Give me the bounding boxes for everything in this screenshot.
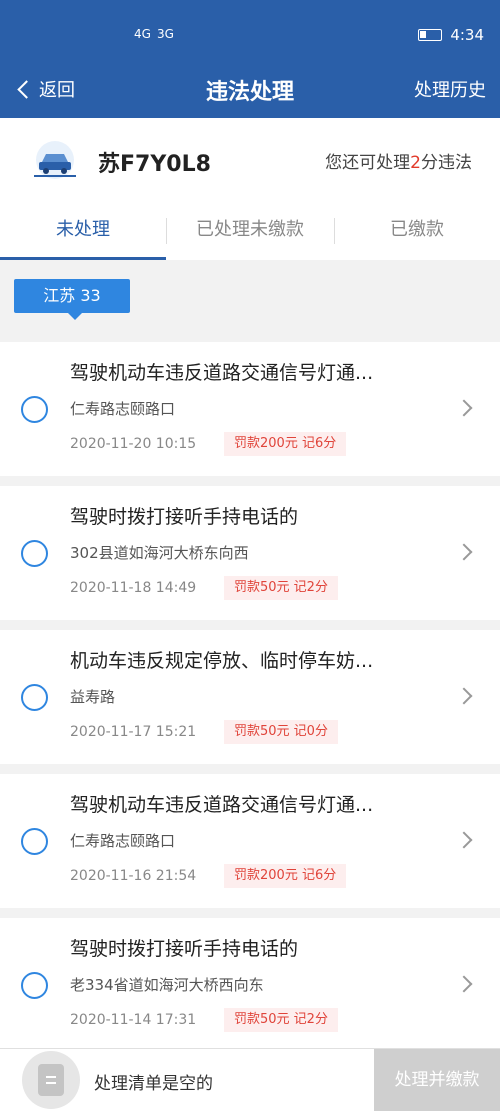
- fine-badge: 罚款50元 记2分: [224, 1008, 338, 1032]
- chevron-right-icon: [455, 543, 473, 561]
- cart-list-icon[interactable]: [22, 1051, 80, 1109]
- remain-prefix: 您还可处理: [325, 153, 411, 173]
- violation-item[interactable]: 驾驶机动车违反道路交通信号灯通... 仁寿路志颐路口 2020-11-16 21…: [0, 774, 500, 908]
- remain-points-value: 2: [410, 153, 421, 173]
- cart-empty-text: 处理清单是空的: [94, 1074, 213, 1094]
- violation-place: 益寿路: [70, 688, 116, 706]
- select-radio[interactable]: [21, 684, 48, 711]
- violation-title: 驾驶机动车违反道路交通信号灯通...: [70, 362, 374, 384]
- chevron-right-icon: [455, 831, 473, 849]
- violation-time: 2020-11-14 17:31: [70, 1012, 197, 1028]
- violation-item[interactable]: 驾驶机动车违反道路交通信号灯通... 仁寿路志颐路口 2020-11-20 10…: [0, 342, 500, 476]
- violation-time: 2020-11-17 15:21: [70, 724, 197, 740]
- battery-icon: [418, 29, 443, 41]
- network-icon-1: 4G: [134, 27, 151, 41]
- violation-place: 仁寿路志颐路口: [70, 400, 176, 418]
- violation-title: 驾驶时拨打接听手持电话的: [70, 938, 299, 960]
- status-signal-group: 4G 3G: [134, 27, 174, 41]
- select-radio[interactable]: [21, 828, 48, 855]
- violation-place: 老334省道如海河大桥西向东: [70, 976, 264, 994]
- violation-item[interactable]: 驾驶时拨打接听手持电话的 302县道如海河大桥东向西 2020-11-18 14…: [0, 486, 500, 620]
- status-time: 4:34: [450, 26, 484, 44]
- remain-suffix: 分违法: [421, 153, 472, 173]
- status-bar: 4G 3G 4:34: [0, 0, 500, 62]
- tab-paid[interactable]: 已缴款: [334, 204, 500, 260]
- violation-time: 2020-11-16 21:54: [70, 868, 197, 884]
- tab-active-indicator: [0, 257, 166, 260]
- chevron-right-icon: [455, 975, 473, 993]
- violation-place: 仁寿路志颐路口: [70, 832, 176, 850]
- select-radio[interactable]: [21, 972, 48, 999]
- fine-badge: 罚款200元 记6分: [224, 432, 347, 456]
- violation-time: 2020-11-18 14:49: [70, 580, 197, 596]
- violation-place: 302县道如海河大桥东向西: [70, 544, 249, 562]
- nav-bar: 返回 违法处理 处理历史: [0, 62, 500, 118]
- chevron-right-icon: [455, 399, 473, 417]
- select-radio[interactable]: [21, 540, 48, 567]
- bottom-bar: 处理清单是空的 处理并缴款: [0, 1048, 500, 1111]
- fine-badge: 罚款50元 记0分: [224, 720, 338, 744]
- process-and-pay-button[interactable]: 处理并缴款: [374, 1049, 500, 1111]
- fine-badge: 罚款50元 记2分: [224, 576, 338, 600]
- network-icon-2: 3G: [156, 27, 174, 41]
- tab-processed-unpaid[interactable]: 已处理未缴款: [166, 204, 334, 260]
- list-icon-glyph: [38, 1064, 64, 1096]
- violation-item[interactable]: 驾驶时拨打接听手持电话的 老334省道如海河大桥西向东 2020-11-14 1…: [0, 918, 500, 1052]
- violation-title: 机动车违反规定停放、临时停车妨...: [70, 650, 374, 672]
- violation-item[interactable]: 机动车违反规定停放、临时停车妨... 益寿路 2020-11-17 15:21 …: [0, 630, 500, 764]
- select-radio[interactable]: [21, 396, 48, 423]
- chevron-right-icon: [455, 687, 473, 705]
- violation-title: 驾驶时拨打接听手持电话的: [70, 506, 299, 528]
- remaining-points: 您还可处理2分违法: [325, 148, 472, 173]
- plate-number: 苏F7Y0L8: [98, 152, 211, 177]
- status-right: 4:34: [418, 26, 484, 44]
- plate-card: 苏F7Y0L8 您还可处理2分违法: [0, 118, 500, 204]
- tab-bar: 未处理 已处理未缴款 已缴款: [0, 204, 500, 260]
- violation-title: 驾驶机动车违反道路交通信号灯通...: [70, 794, 374, 816]
- tab-unprocessed[interactable]: 未处理: [0, 204, 166, 260]
- car-icon: [34, 141, 76, 179]
- history-button[interactable]: 处理历史: [414, 76, 486, 102]
- violation-time: 2020-11-20 10:15: [70, 436, 197, 452]
- region-tag: 江苏 33: [14, 279, 130, 320]
- fine-badge: 罚款200元 记6分: [224, 864, 347, 888]
